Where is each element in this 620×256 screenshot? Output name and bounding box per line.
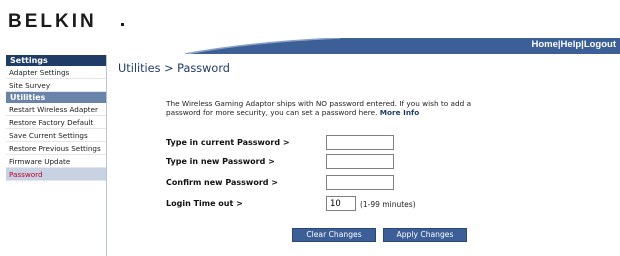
help-link[interactable]: Help bbox=[561, 39, 582, 50]
top-nav-bar: Home|Help|Logout bbox=[0, 38, 620, 54]
belkin-logo: BELKIN bbox=[8, 11, 97, 32]
sidebar-item-adapter-settings[interactable]: Adapter Settings bbox=[6, 66, 106, 79]
current-password-field[interactable] bbox=[326, 135, 394, 150]
more-info-link[interactable]: More Info bbox=[380, 108, 419, 117]
home-link[interactable]: Home bbox=[531, 39, 557, 50]
logo-dot bbox=[121, 23, 124, 26]
intro-body: The Wireless Gaming Adaptor ships with N… bbox=[166, 99, 472, 117]
apply-changes-button[interactable]: Apply Changes bbox=[383, 228, 467, 242]
page-title: Utilities > Password bbox=[118, 62, 230, 75]
sidebar-item-password[interactable]: Password bbox=[6, 168, 106, 181]
clear-changes-button[interactable]: Clear Changes bbox=[292, 228, 376, 242]
main-content: Utilities > Password The Wireless Gaming… bbox=[118, 62, 613, 211]
login-timeout-unit: (1-99 minutes) bbox=[360, 200, 416, 209]
sidebar-item-restart-wireless-adapter[interactable]: Restart Wireless Adapter bbox=[6, 103, 106, 116]
sidebar-heading-utilities: Utilities bbox=[6, 92, 106, 103]
login-timeout-label: Login Time out > bbox=[166, 199, 243, 208]
intro-text: The Wireless Gaming Adaptor ships with N… bbox=[166, 99, 486, 117]
sidebar-item-restore-factory-default[interactable]: Restore Factory Default bbox=[6, 116, 106, 129]
sidebar-item-restore-previous-settings[interactable]: Restore Previous Settings bbox=[6, 142, 106, 155]
sidebar: Settings Adapter Settings Site Survey Ut… bbox=[6, 55, 107, 256]
current-password-label: Type in current Password > bbox=[166, 138, 290, 147]
new-password-field[interactable] bbox=[326, 154, 394, 169]
sidebar-item-save-current-settings[interactable]: Save Current Settings bbox=[6, 129, 106, 142]
login-timeout-field[interactable] bbox=[326, 196, 356, 211]
sidebar-item-firmware-update[interactable]: Firmware Update bbox=[6, 155, 106, 168]
top-links: Home|Help|Logout bbox=[531, 39, 616, 50]
sidebar-heading-settings: Settings bbox=[6, 55, 106, 66]
swoosh-decoration bbox=[0, 38, 620, 54]
confirm-password-label: Confirm new Password > bbox=[166, 178, 278, 187]
sidebar-item-site-survey[interactable]: Site Survey bbox=[6, 79, 106, 92]
header: BELKIN bbox=[0, 0, 620, 40]
new-password-label: Type in new Password > bbox=[166, 157, 275, 166]
logout-link[interactable]: Logout bbox=[584, 39, 616, 50]
confirm-password-field[interactable] bbox=[326, 175, 394, 190]
